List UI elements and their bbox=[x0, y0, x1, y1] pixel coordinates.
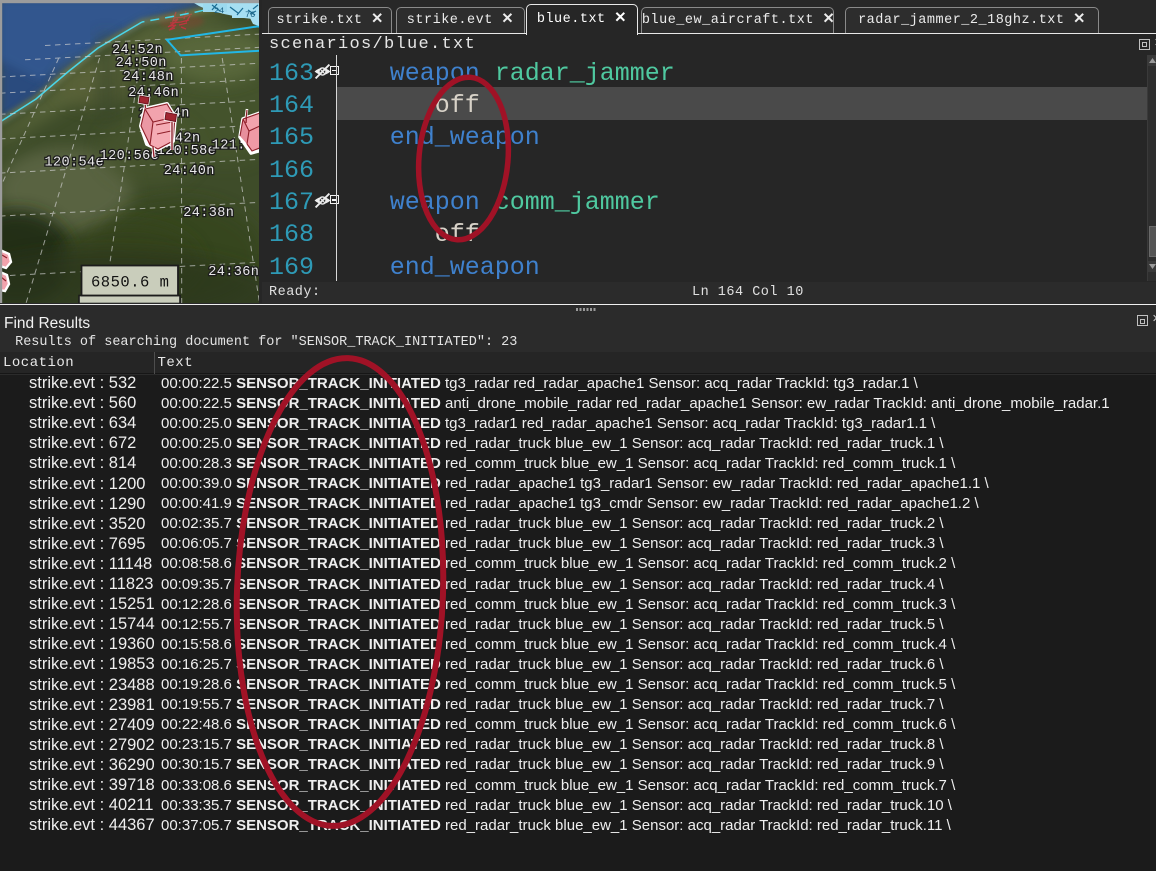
svg-text:120:56e: 120:56e bbox=[100, 149, 160, 164]
svg-text:24:50n: 24:50n bbox=[116, 56, 167, 71]
svg-text:24:46n: 24:46n bbox=[128, 86, 179, 101]
svg-text:24:40n: 24:40n bbox=[164, 164, 215, 179]
svg-text:24: 24 bbox=[214, 6, 224, 16]
svg-text:24:36n: 24:36n bbox=[208, 265, 259, 280]
svg-text:24:38n: 24:38n bbox=[183, 206, 234, 221]
svg-text:120:54e: 120:54e bbox=[45, 156, 105, 171]
svg-text:24:48n: 24:48n bbox=[123, 70, 174, 85]
svg-text:76: 76 bbox=[245, 10, 255, 20]
svg-text:6850.6 m: 6850.6 m bbox=[91, 274, 169, 292]
